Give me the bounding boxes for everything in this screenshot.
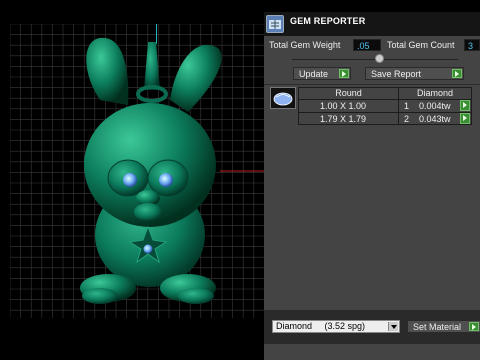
gem-material-header: Diamond <box>416 88 454 98</box>
right-ear <box>170 44 222 112</box>
chevron-down-icon <box>388 322 398 331</box>
table-row-count: 1 <box>404 101 410 111</box>
table-row-weight: 0.004tw <box>419 101 451 111</box>
gem-shape-header: Round <box>335 88 362 98</box>
row-select-arrow-icon[interactable] <box>460 113 470 124</box>
table-row-count: 2 <box>404 114 410 124</box>
go-arrow-icon <box>452 69 462 78</box>
total-gem-weight-value: .05 <box>353 39 381 51</box>
save-report-button-label: Save Report <box>371 69 422 79</box>
left-ear <box>86 37 129 106</box>
update-button[interactable]: Update <box>293 67 351 80</box>
total-gem-count-label: Total Gem Count <box>387 40 455 50</box>
save-report-button[interactable]: Save Report <box>365 67 464 80</box>
total-gem-weight-label: Total Gem Weight <box>269 40 341 50</box>
row-select-arrow-icon[interactable] <box>460 100 470 111</box>
material-dropdown[interactable]: Diamond (3.52 spg) <box>272 320 400 333</box>
table-row-weight: 0.043tw <box>419 114 451 124</box>
table-row-size: 1.00 X 1.00 <box>320 101 367 111</box>
material-dropdown-value: Diamond (3.52 spg) <box>276 321 366 331</box>
panel-title: GEM REPORTER <box>290 16 366 26</box>
total-gem-count-value: 3 <box>464 39 480 51</box>
pendant-bail <box>144 42 160 90</box>
update-button-label: Update <box>299 69 329 79</box>
set-material-button-label: Set Material <box>413 322 462 332</box>
table-row-size: 1.79 X 1.79 <box>320 114 367 124</box>
go-arrow-icon <box>339 69 349 78</box>
slider-knob[interactable] <box>375 54 384 63</box>
belly-gem <box>143 244 153 254</box>
gem-reporter-panel: GEM REPORTER Total Gem Weight .05 Total … <box>264 12 480 360</box>
round-gem-thumbnail-icon <box>270 87 296 109</box>
left-eye-gem <box>123 173 137 187</box>
3d-viewport[interactable] <box>0 0 266 360</box>
right-eye-gem <box>159 173 173 187</box>
panel-titlebar: GEM REPORTER <box>264 12 480 36</box>
gem-reporter-icon <box>266 15 284 33</box>
bunny-pendant-model[interactable] <box>70 30 230 310</box>
set-material-button[interactable]: Set Material <box>407 320 480 333</box>
go-arrow-icon <box>469 322 479 331</box>
